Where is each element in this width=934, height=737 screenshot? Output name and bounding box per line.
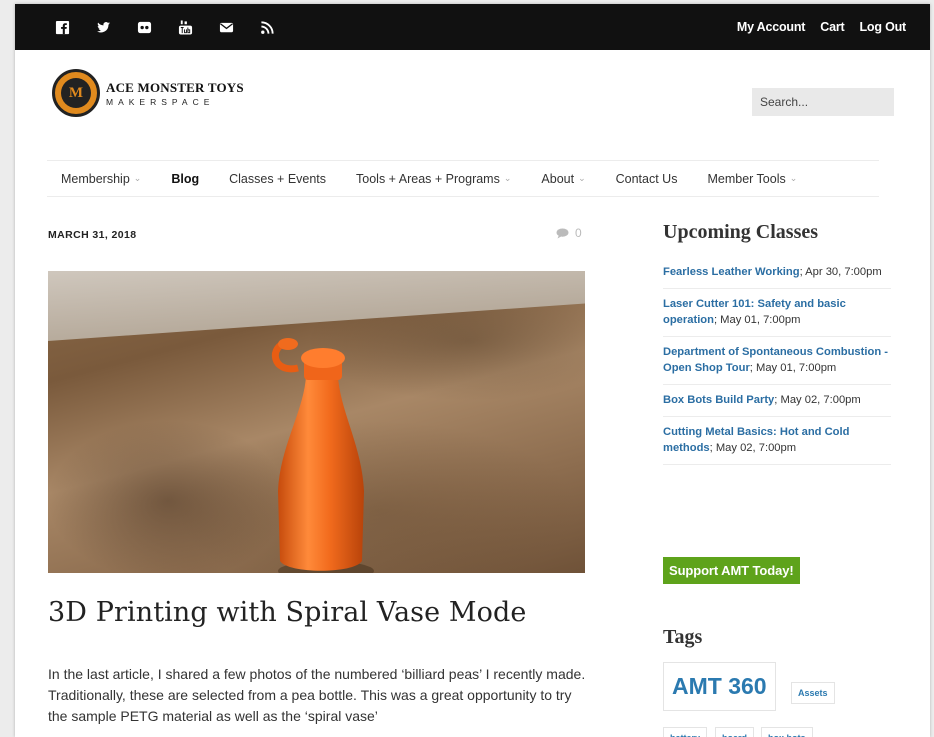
nav-blog[interactable]: Blog [171,172,199,186]
nav-label: Classes + Events [229,171,327,186]
logo-subtitle: MAKERSPACE [106,96,215,107]
nav-label: Tools + Areas + Programs [356,171,500,186]
site-logo[interactable]: M ACE MONSTER TOYS MAKERSPACE [52,69,244,117]
post-date: MARCH 31, 2018 [48,229,137,241]
facebook-icon[interactable] [53,18,71,36]
top-bar: My Account Cart Log Out [15,4,930,50]
nav-label: About [541,171,575,186]
twitter-icon[interactable] [94,18,112,36]
tag-link[interactable]: box bots [761,727,813,737]
tag-link[interactable]: Assets [791,682,835,704]
event-time: ; May 02, 7:00pm [709,442,797,454]
upcoming-classes-list: Fearless Leather Working; Apr 30, 7:00pm… [663,260,891,465]
event-link[interactable]: Box Bots Build Party [663,394,774,406]
event-time: ; May 01, 7:00pm [713,314,801,326]
upcoming-classes-heading: Upcoming Classes [663,221,819,243]
list-item: Laser Cutter 101: Safety and basic opera… [663,289,891,337]
logo-letter: M [61,78,91,108]
comment-count: 0 [575,226,582,240]
comment-count-link[interactable]: 0 [556,226,582,240]
chevron-down-icon: ⌄ [133,173,142,183]
featured-image[interactable] [48,271,585,573]
post-excerpt: In the last article, I shared a few phot… [48,666,586,724]
nav-label: Blog [171,171,200,186]
chevron-down-icon: ⌄ [789,173,798,183]
nav-about[interactable]: About ⌄ [541,172,585,186]
orange-bottle-image [271,338,374,573]
nav-member-tools[interactable]: Member Tools ⌄ [707,172,797,186]
event-time: ; Apr 30, 7:00pm [799,266,882,278]
list-item: Box Bots Build Party; May 02, 7:00pm [663,385,891,417]
rss-icon[interactable] [258,18,276,36]
comment-icon [556,227,569,239]
nav-label: Contact Us [615,171,678,186]
main-nav: Membership ⌄ Blog Classes + Events Tools … [47,160,879,197]
event-time: ; May 01, 7:00pm [749,362,837,374]
event-time: ; May 02, 7:00pm [774,394,861,406]
flickr-icon[interactable] [135,18,153,36]
cart-link[interactable]: Cart [820,20,844,34]
nav-contact-us[interactable]: Contact Us [616,172,678,186]
youtube-icon[interactable] [176,18,194,36]
log-out-link[interactable]: Log Out [859,20,906,34]
email-icon[interactable] [217,18,235,36]
nav-tools-areas-programs[interactable]: Tools + Areas + Programs ⌄ [356,172,511,186]
logo-badge-icon: M [52,69,100,117]
list-item: Department of Spontaneous Combustion - O… [663,337,891,385]
tags-heading: Tags [663,626,703,648]
list-item: Fearless Leather Working; Apr 30, 7:00pm [663,260,891,289]
chevron-down-icon: ⌄ [578,173,586,183]
logo-text: ACE MONSTER TOYS MAKERSPACE [106,80,244,107]
event-link[interactable]: Fearless Leather Working [663,266,800,278]
browser-page: My Account Cart Log Out M ACE MONSTER TO… [15,4,930,737]
tag-link[interactable]: board [715,727,755,737]
logo-title: ACE MONSTER TOYS [106,79,244,95]
post-title[interactable]: 3D Printing with Spiral Vase Mode [48,597,526,628]
nav-label: Membership [61,171,130,186]
social-links [53,18,276,36]
tag-link[interactable]: AMT 360 [663,662,776,711]
my-account-link[interactable]: My Account [737,20,806,34]
chevron-down-icon: ⌄ [503,173,512,183]
nav-label: Member Tools [707,171,786,186]
search-input[interactable] [752,88,894,116]
tag-link[interactable]: battery [663,727,708,737]
support-amt-button[interactable]: Support AMT Today! [663,557,800,584]
account-links: My Account Cart Log Out [737,20,906,34]
nav-membership[interactable]: Membership ⌄ [61,172,141,186]
list-item: Cutting Metal Basics: Hot and Cold metho… [663,417,891,465]
nav-classes-events[interactable]: Classes + Events [229,172,326,186]
